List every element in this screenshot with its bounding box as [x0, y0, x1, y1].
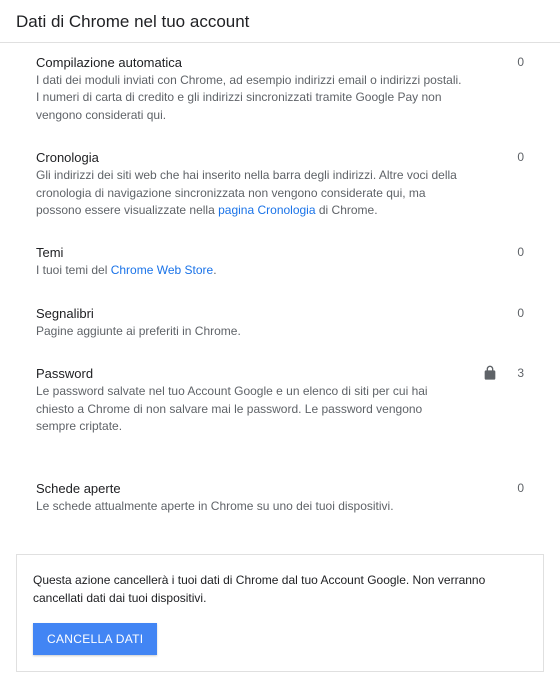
item-desc: I tuoi temi del Chrome Web Store.	[36, 262, 464, 279]
delete-data-button[interactable]: CANCELLA DATI	[33, 623, 157, 655]
item-desc: Pagine aggiunte ai preferiti in Chrome.	[36, 323, 464, 340]
item-title: Password	[36, 366, 464, 381]
page-header: Dati di Chrome nel tuo account	[0, 0, 560, 43]
item-title: Cronologia	[36, 150, 464, 165]
item-count: 0	[512, 55, 524, 69]
item-desc: Le schede attualmente aperte in Chrome s…	[36, 498, 464, 515]
item-desc: I dati dei moduli inviati con Chrome, ad…	[36, 72, 464, 124]
item-passwords[interactable]: Password Le password salvate nel tuo Acc…	[0, 354, 560, 449]
item-history[interactable]: Cronologia Gli indirizzi dei siti web ch…	[0, 138, 560, 233]
item-title: Compilazione automatica	[36, 55, 464, 70]
item-bookmarks[interactable]: Segnalibri Pagine aggiunte ai preferiti …	[0, 294, 560, 354]
item-count: 3	[512, 366, 524, 380]
item-autofill[interactable]: Compilazione automatica I dati dei modul…	[0, 43, 560, 138]
item-count: 0	[512, 306, 524, 320]
item-open-tabs[interactable]: Schede aperte Le schede attualmente aper…	[0, 469, 560, 529]
item-count: 0	[512, 245, 524, 259]
item-count: 0	[512, 150, 524, 164]
data-list: Compilazione automatica I dati dei modul…	[0, 43, 560, 530]
delete-warning-text: Questa azione cancellerà i tuoi dati di …	[33, 571, 527, 607]
history-page-link[interactable]: pagina Cronologia	[218, 203, 315, 217]
item-count: 0	[512, 481, 524, 495]
lock-icon	[482, 365, 498, 381]
item-desc: Le password salvate nel tuo Account Goog…	[36, 383, 464, 435]
chrome-web-store-link[interactable]: Chrome Web Store	[111, 263, 214, 277]
item-themes[interactable]: Temi I tuoi temi del Chrome Web Store. 0	[0, 233, 560, 293]
item-desc: Gli indirizzi dei siti web che hai inser…	[36, 167, 464, 219]
item-title: Schede aperte	[36, 481, 464, 496]
page-title: Dati di Chrome nel tuo account	[16, 12, 544, 32]
item-title: Segnalibri	[36, 306, 464, 321]
delete-data-card: Questa azione cancellerà i tuoi dati di …	[16, 554, 544, 672]
item-title: Temi	[36, 245, 464, 260]
